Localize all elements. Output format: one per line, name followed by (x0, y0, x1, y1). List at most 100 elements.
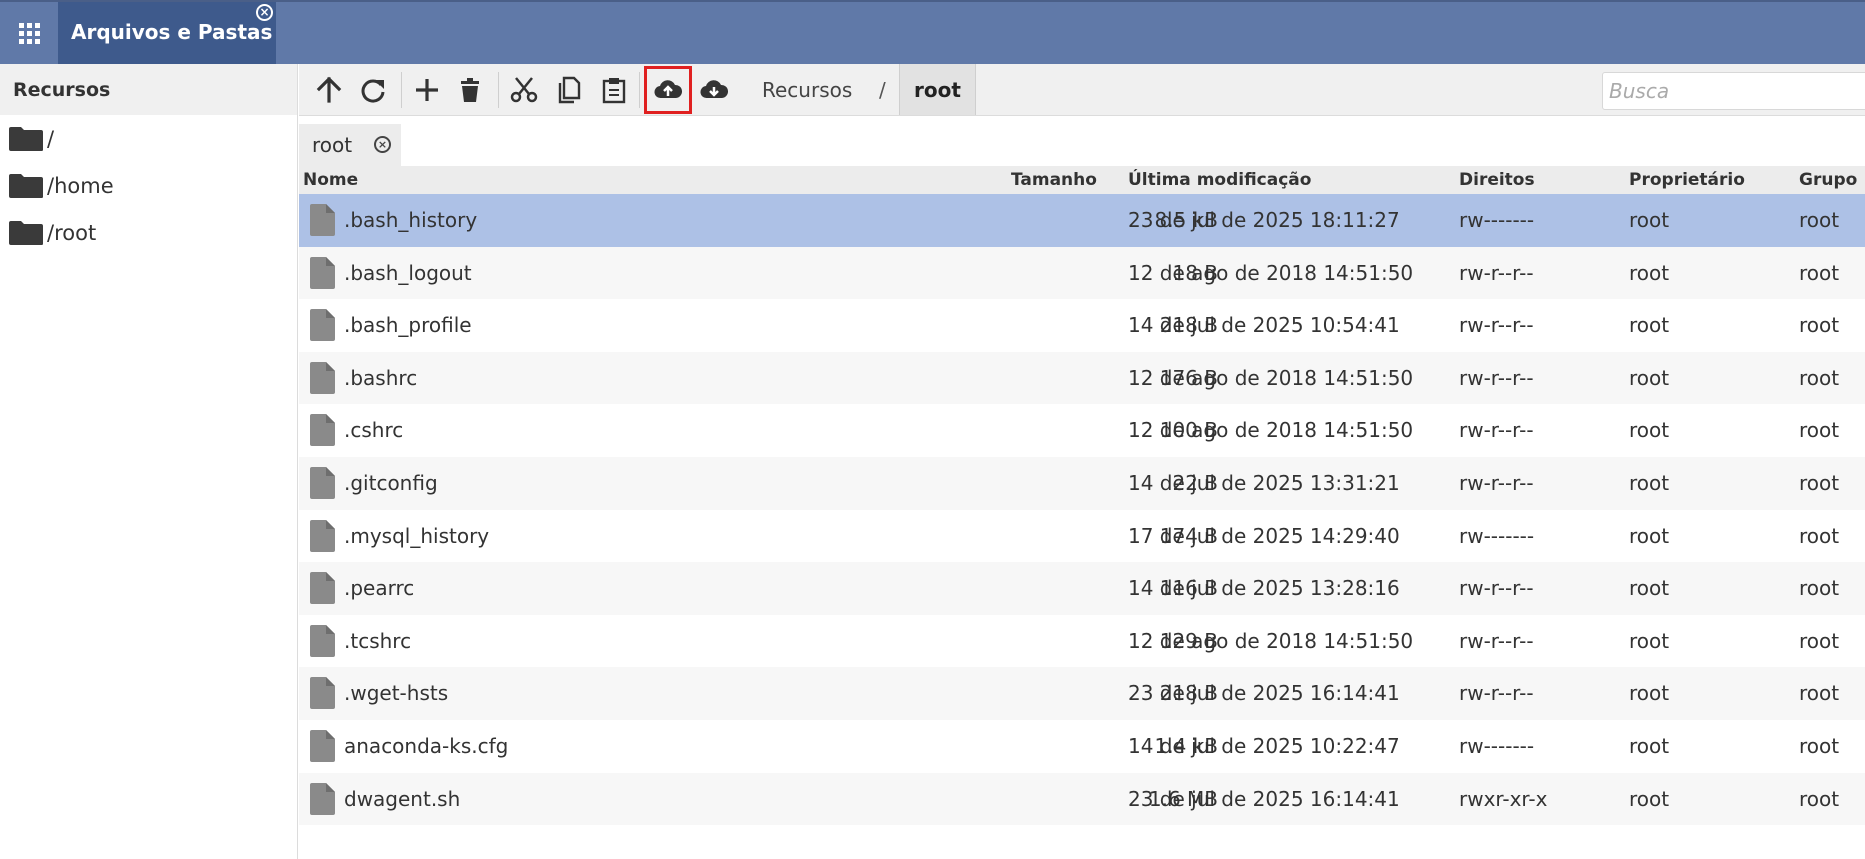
column-header-modified[interactable]: Última modificação (1128, 170, 1311, 190)
file-icon (310, 782, 335, 815)
table-row[interactable]: .bash_logout 18 B 12 de ago de 2018 14:51:… (299, 246, 1865, 300)
download-button[interactable] (696, 72, 732, 108)
file-icon (310, 519, 335, 552)
cell-rights: rw-r--r-- (1459, 260, 1534, 285)
table-row[interactable]: .bashrc 176 B 12 de ago de 2018 14:51:50 rw… (299, 351, 1865, 405)
cell-owner: root (1629, 576, 1670, 601)
sidebar-item-label: /home (47, 173, 114, 198)
file-icon (310, 309, 335, 342)
cell-name: .bashrc (344, 365, 418, 390)
app-tab-title: Arquivos e Pastas (71, 20, 273, 44)
cell-modified: 14 de jul de 2025 10:54:41 (1128, 313, 1400, 338)
folder-icon (9, 126, 43, 151)
file-icon (310, 572, 335, 605)
close-icon[interactable]: × (374, 136, 391, 153)
cell-rights: rw-r--r-- (1459, 365, 1534, 390)
trash-icon (461, 78, 479, 102)
cell-name: .bash_profile (344, 313, 472, 338)
table-row[interactable]: .bash_profile 218 B 14 de jul de 2025 10:5… (299, 299, 1865, 352)
cell-owner: root (1629, 260, 1670, 285)
toolbar-separator (639, 72, 640, 108)
sidebar-header: Recursos (0, 64, 297, 115)
cell-modified: 14 de jul de 2025 13:31:21 (1128, 470, 1400, 495)
cell-rights: rw------- (1459, 733, 1535, 758)
file-icon (310, 624, 335, 657)
cell-modified: 23 de jul de 2025 16:14:41 (1128, 786, 1400, 811)
cell-rights: rw-r--r-- (1459, 313, 1534, 338)
cell-group: root (1799, 418, 1840, 443)
cloud-download-icon (700, 80, 728, 99)
cell-rights: rw------- (1459, 523, 1535, 548)
cut-icon (510, 77, 538, 103)
cell-modified: 12 de ago de 2018 14:51:50 (1128, 365, 1414, 390)
cell-name: .tcshrc (344, 628, 412, 653)
search-input[interactable] (1602, 72, 1865, 110)
breadcrumb-resources[interactable]: Recursos (762, 64, 852, 115)
cell-modified: 14 de jul de 2025 13:28:16 (1128, 576, 1400, 601)
column-header-name[interactable]: Nome (303, 170, 358, 190)
cell-group: root (1799, 260, 1840, 285)
table-row[interactable]: .cshrc 100 B 12 de ago de 2018 14:51:50 rw-… (299, 404, 1865, 457)
file-icon (310, 414, 335, 447)
cell-rights: rw-r--r-- (1459, 470, 1534, 495)
cell-owner: root (1629, 786, 1670, 811)
table-row[interactable]: .pearrc 116 B 14 de jul de 2025 13:28:16 rw… (299, 562, 1865, 615)
sidebar-item-home[interactable]: /home (0, 162, 297, 209)
table-row[interactable]: .wget-hsts 218 B 23 de jul de 2025 16:14:4… (299, 667, 1865, 720)
cell-rights: rwxr-xr-x (1459, 786, 1548, 811)
paste-icon (602, 78, 626, 104)
cell-group: root (1799, 628, 1840, 653)
cell-name: .bash_logout (344, 260, 472, 285)
cell-owner: root (1629, 733, 1670, 758)
cell-rights: rw-r--r-- (1459, 418, 1534, 443)
refresh-button[interactable] (355, 72, 391, 108)
table-row[interactable]: .gitconfig 22 B 14 de jul de 2025 13:31:21… (299, 456, 1865, 510)
column-header-rights[interactable]: Direitos (1459, 170, 1535, 190)
cut-button[interactable] (506, 72, 542, 108)
cell-name: anaconda-ks.cfg (344, 733, 509, 758)
table-row[interactable]: .mysql_history 174 B 17 de jul de 2025 14:… (299, 510, 1865, 563)
cell-rights: rw-r--r-- (1459, 681, 1534, 706)
cell-owner: root (1629, 470, 1670, 495)
cell-group: root (1799, 733, 1840, 758)
file-icon (310, 466, 335, 499)
cell-owner: root (1629, 365, 1670, 390)
upload-button[interactable] (644, 66, 692, 114)
table-row[interactable]: anaconda-ks.cfg 1.4 kB 14 de jul de 2025 1… (299, 720, 1865, 773)
close-icon[interactable]: × (256, 4, 273, 21)
copy-button[interactable] (551, 72, 587, 108)
tab-label: root (312, 133, 353, 157)
cell-name: .cshrc (344, 418, 404, 443)
paste-button[interactable] (596, 72, 632, 108)
cell-group: root (1799, 576, 1840, 601)
sidebar-item-root-dir[interactable]: / (0, 115, 297, 162)
cell-modified: 17 de jul de 2025 14:29:40 (1128, 523, 1400, 548)
column-header-size[interactable]: Tamanho (1011, 170, 1097, 190)
cell-modified: 12 de ago de 2018 14:51:50 (1128, 418, 1414, 443)
cell-name: dwagent.sh (344, 786, 461, 811)
refresh-icon (361, 79, 385, 103)
file-icon (310, 204, 335, 236)
cell-name: .mysql_history (344, 523, 490, 548)
file-icon (310, 256, 335, 289)
table-header: Nome Tamanho Última modificação Direitos… (299, 166, 1865, 194)
tab-root[interactable]: root × (299, 124, 401, 166)
go-up-button[interactable] (311, 72, 347, 108)
table-row[interactable]: .bash_history 8.5 kB 23 de jul de 2025 18:… (299, 194, 1865, 247)
file-table: Nome Tamanho Última modificação Direitos… (299, 166, 1865, 826)
table-row[interactable]: .tcshrc 129 B 12 de ago de 2018 14:51:50 rw… (299, 615, 1865, 668)
top-bar: Arquivos e Pastas × (0, 0, 1865, 64)
breadcrumb-current[interactable]: root (899, 64, 976, 115)
delete-button[interactable] (452, 72, 488, 108)
file-icon (310, 361, 335, 394)
column-header-owner[interactable]: Proprietário (1629, 170, 1745, 190)
cell-name: .bash_history (344, 208, 478, 232)
cell-owner: root (1629, 208, 1670, 232)
new-button[interactable] (409, 72, 445, 108)
apps-grid-button[interactable] (0, 2, 58, 64)
sidebar-item-root[interactable]: /root (0, 209, 297, 256)
column-header-group[interactable]: Grupo (1799, 170, 1857, 190)
table-row[interactable]: dwagent.sh 1.6 MB 23 de jul de 2025 16:14:… (299, 772, 1865, 826)
app-tab-files[interactable]: Arquivos e Pastas × (58, 2, 276, 64)
toolbar-separator (498, 72, 499, 108)
